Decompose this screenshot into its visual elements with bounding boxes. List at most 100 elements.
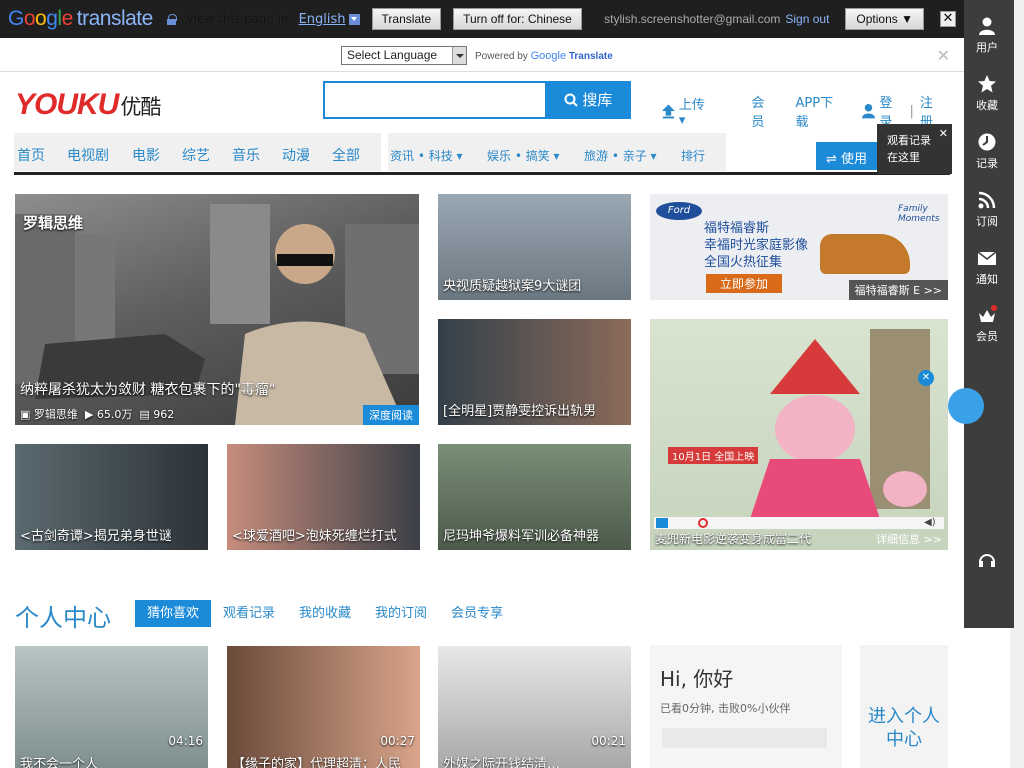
ad-copy: 福特福睿斯 幸福时光家庭影像 全国火热征集 [704,221,809,270]
close-icon[interactable]: ✕ [918,370,934,386]
rail-favorites[interactable]: 收藏 [964,74,1010,113]
nav-music[interactable]: 音乐 [232,145,260,165]
rss-icon [978,191,996,209]
close-icon[interactable]: ✕ [939,125,948,142]
tab-favorites[interactable]: 我的收藏 [287,600,363,627]
tile-caption: 【缘子的家】代理超清：人民 [232,757,402,768]
user-icon [979,17,995,35]
nav-home[interactable]: 首页 [17,145,45,165]
video-tile[interactable]: 04:16 我不会一个人 [15,646,208,768]
tile-caption: 我不会一个人 [20,757,99,768]
turn-off-button[interactable]: Turn off for: Chinese [453,8,582,30]
translate-button[interactable]: Translate [371,8,442,30]
tab-history[interactable]: 观看记录 [211,600,287,627]
nav-news[interactable]: 资讯 • 科技 ▾ [390,147,463,164]
personal-center-title: 个人中心 [15,604,111,632]
account-email: stylish.screenshotter@gmail.com [604,12,781,26]
greeting-title: Hi, 你好 [660,667,734,691]
nav-entertainment[interactable]: 娱乐 • 搞笑 ▾ [487,147,560,164]
vip-link[interactable]: 会员 [751,92,775,130]
watch-progress-bar [662,728,827,748]
comment-icon: ▤ [139,408,150,421]
release-date: 10月1日 全国上映 [668,447,759,464]
tab-vip[interactable]: 会员专享 [439,600,515,627]
luoji-logo: 罗辑思维 [23,214,84,232]
nav-divider [14,172,950,175]
site-header: YOUKU优酷 搜库 上传 ▾ 会员 APP下载 登录 | 注册 [0,73,964,130]
video-tile[interactable]: <古剑奇谭>揭兄弟身世谜 [15,444,208,550]
google-translate-bar: Google translate View this page in: Engli… [0,0,964,38]
ford-ad[interactable]: Ford 福特福睿斯 幸福时光家庭影像 全国火热征集 立即参加 Family M… [650,194,948,300]
nav-travel[interactable]: 旅游 • 亲子 ▾ [584,147,657,164]
deep-read-badge: 深度阅读 [363,405,419,425]
tile-caption: 央视质疑越狱案9大谜团 [443,279,582,294]
nav-variety[interactable]: 综艺 [182,145,210,165]
chevron-down-icon [452,47,466,64]
duration-label: 00:27 [380,734,415,748]
ford-logo: Ford [656,202,702,220]
view-page-label: View this page in: [185,12,293,26]
tab-subscriptions[interactable]: 我的订阅 [363,600,439,627]
nav-ranking[interactable]: 排行 [681,147,705,164]
options-button[interactable]: Options ▼ [845,8,924,30]
language-select-bar: Select Language Powered by Google Transl… [0,38,964,72]
headset-icon [979,554,995,567]
video-tile[interactable]: 00:21 外媒之际开钱结清… [438,646,631,768]
language-select[interactable]: Select Language [341,46,467,65]
family-moments: Family Moments [898,204,940,224]
tab-recommend[interactable]: 猜你喜欢 [135,600,212,627]
nav-all[interactable]: 全部 [332,145,360,165]
tile-caption: 尼玛坤爷爆料军训必备神器 [443,529,600,544]
nav-movie[interactable]: 电影 [132,145,160,165]
video-tile[interactable]: 尼玛坤爷爆料军训必备神器 [438,444,631,550]
greeting-card: Hi, 你好 已看0分钟, 击败0%小伙伴 [650,645,842,768]
powered-by-label: Powered by Google Translate [475,49,613,62]
join-button[interactable]: 立即参加 [706,274,783,293]
progress-handle[interactable] [698,518,708,528]
rail-history[interactable]: 记录 [964,132,1010,171]
tile-caption: <古剑奇谭>揭兄弟身世谜 [20,529,172,544]
rail-subscribe[interactable]: 订阅 [964,190,1010,229]
rail-notify[interactable]: 通知 [964,248,1010,287]
search-button[interactable]: 搜库 [545,81,631,119]
tile-caption: <球爱酒吧>泡妹死缠烂打式 [232,529,397,544]
upload-button[interactable]: 上传 ▾ [679,94,732,128]
mail-icon [977,251,997,265]
youku-logo[interactable]: YOUKU优酷 [15,88,161,122]
tile-caption: 外媒之际开钱结清… [443,757,561,768]
search-input[interactable] [323,81,545,119]
video-progress-bar[interactable]: ◀) [654,517,944,529]
close-icon[interactable]: ✕ [937,46,950,65]
duration-label: 04:16 [168,734,203,748]
featured-video[interactable]: 罗辑思维 纳粹屠杀犹太为敛财 糖衣包裹下的"毒瘤" ▣ 罗辑思维 ▶ 65.0万… [15,194,419,425]
nav-anime[interactable]: 动漫 [282,145,310,165]
google-translate-logo: Google translate [8,7,153,30]
sign-out-link[interactable]: Sign out [785,12,829,26]
video-tile[interactable]: 00:27 【缘子的家】代理超清：人民 [227,646,420,768]
cartoon-video[interactable]: 10月1日 全国上映 ◀) 麦兜新电影逆袭变身成富二代 详细信息 >> [650,319,948,550]
upload-icon [661,104,675,119]
right-sidebar: 用户 收藏 记录 订阅 通知 会员 [964,0,1014,628]
language-link[interactable]: English [299,12,346,27]
rail-vip[interactable]: 会员 [964,305,1010,344]
enter-personal-center[interactable]: 进入个人中心 [860,645,948,768]
app-download-link[interactable]: APP下载 [796,92,843,130]
video-tile[interactable]: 央视质疑越狱案9大谜团 [438,194,631,300]
detail-link[interactable]: 详细信息 >> [876,531,942,547]
play-icon: ▶ [84,408,94,421]
video-tile[interactable]: <球爱酒吧>泡妹死缠烂打式 [227,444,420,550]
play-icon[interactable] [656,518,668,528]
tile-caption: [全明星]贾静雯控诉出轨男 [443,404,597,419]
watch-history-tooltip: ✕ 观看记录 在这里 [877,124,952,174]
nav-tv[interactable]: 电视剧 [67,145,109,165]
rail-user[interactable]: 用户 [964,16,1010,55]
mascot-widget[interactable]: ✕ [918,370,984,462]
clock-icon [978,133,996,151]
volume-icon[interactable]: ◀) [924,517,936,528]
rail-support[interactable] [964,550,1010,573]
robot-icon [948,388,984,424]
featured-caption: 纳粹屠杀犹太为敛财 糖衣包裹下的"毒瘤" [20,382,276,398]
language-dropdown-icon[interactable] [348,13,360,25]
video-tile[interactable]: [全明星]贾静雯控诉出轨男 [438,319,631,425]
close-icon[interactable]: ✕ [940,11,956,27]
